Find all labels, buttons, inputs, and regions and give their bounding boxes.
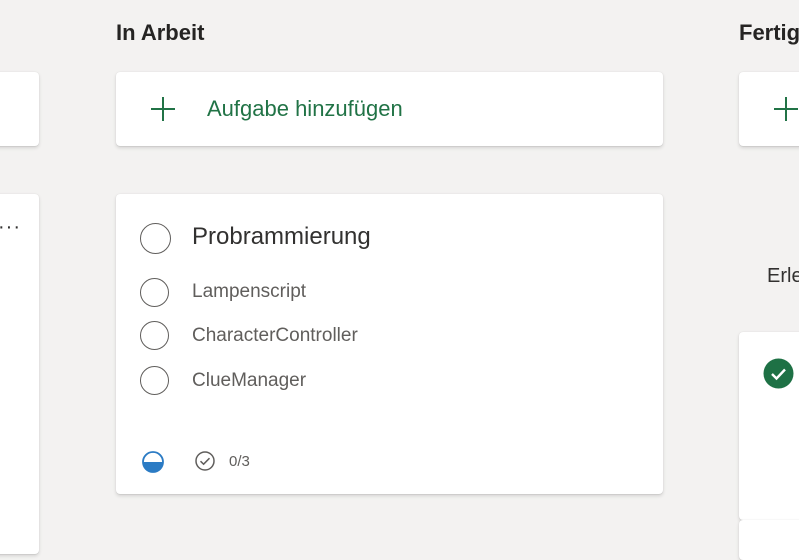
add-task-label: Aufgabe hinzufügen xyxy=(207,96,403,121)
completed-check-icon[interactable] xyxy=(763,358,794,389)
column-title-done: Fertig xyxy=(739,20,799,45)
next-done-card[interactable] xyxy=(739,520,799,560)
left-column-add-card[interactable] xyxy=(0,72,39,146)
task-complete-checkbox[interactable] xyxy=(140,223,171,254)
checklist-item-checkbox[interactable] xyxy=(140,278,169,307)
checklist-item-label: ClueManager xyxy=(192,370,307,391)
checklist-item-label: Lampenscript xyxy=(192,281,307,302)
completed-section-toggle[interactable]: Erledigt xyxy=(767,265,799,288)
task-card[interactable]: Probrammierung Lampenscript CharacterCon… xyxy=(116,194,663,494)
checklist-item-checkbox[interactable] xyxy=(140,366,169,395)
completed-task-card[interactable] xyxy=(739,332,799,520)
checklist-check-icon xyxy=(195,451,215,471)
checklist-item-label: CharacterController xyxy=(192,325,358,346)
add-task-button[interactable]: Aufgabe hinzufügen xyxy=(116,72,663,146)
left-column-task-card[interactable]: ··· xyxy=(0,194,39,554)
more-options-icon[interactable]: ··· xyxy=(0,216,21,239)
plus-icon xyxy=(151,97,175,121)
progress-half-icon[interactable] xyxy=(141,450,165,474)
task-title: Probrammierung xyxy=(192,223,371,250)
column-title-in-progress: In Arbeit xyxy=(116,20,205,45)
checklist-count: 0/3 xyxy=(229,453,250,470)
plus-icon xyxy=(774,97,798,121)
checklist-item-checkbox[interactable] xyxy=(140,321,169,350)
done-add-task-button[interactable] xyxy=(739,72,799,146)
